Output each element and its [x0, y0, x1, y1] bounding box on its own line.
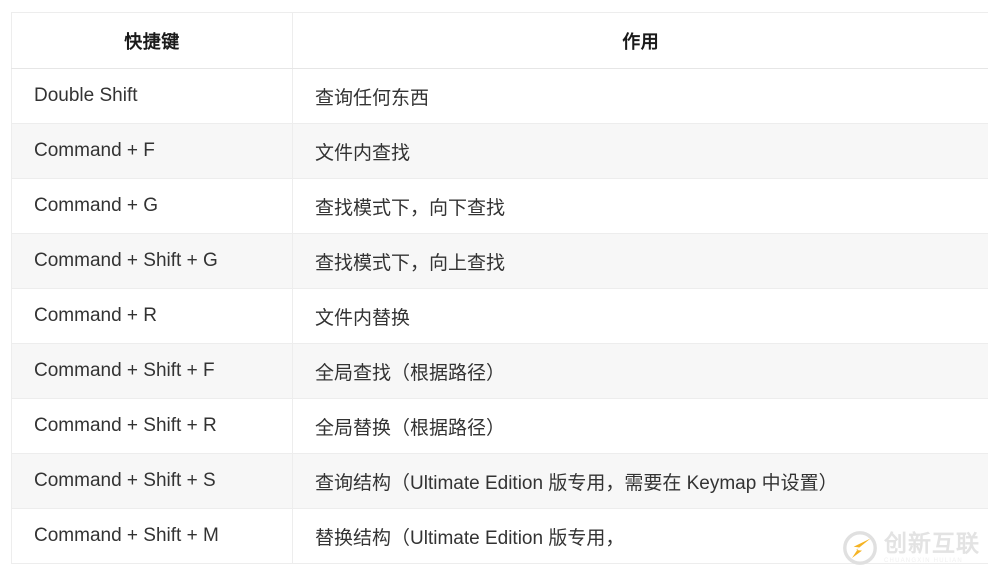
cell-action: 文件内查找 — [292, 123, 988, 179]
cell-shortcut: Command + Shift + G — [11, 233, 293, 289]
cell-action: 查询结构（Ultimate Edition 版专用，需要在 Keymap 中设置… — [292, 453, 988, 509]
column-header-shortcut: 快捷键 — [11, 12, 293, 69]
cell-action: 查找模式下，向下查找 — [292, 178, 988, 234]
table-row: Command + Shift + R 全局替换（根据路径） — [11, 398, 988, 454]
cell-action: 查找模式下，向上查找 — [292, 233, 988, 289]
cell-shortcut: Command + F — [11, 123, 293, 179]
shortcut-table-container: 快捷键 作用 Double Shift 查询任何东西 Command + F 文件内查… — [11, 12, 988, 578]
table-row: Command + F 文件内查找 — [11, 123, 988, 179]
cell-shortcut: Command + Shift + S — [11, 453, 293, 509]
cell-shortcut: Command + Shift + R — [11, 398, 293, 454]
cell-shortcut: Command + Shift + M — [11, 508, 293, 564]
column-header-action: 作用 — [292, 12, 988, 69]
cell-shortcut: Command + R — [11, 288, 293, 344]
table-row: Command + Shift + S 查询结构（Ultimate Edition… — [11, 453, 988, 509]
cell-shortcut: Command + Shift + F — [11, 343, 293, 399]
table-row: Command + G 查找模式下，向下查找 — [11, 178, 988, 234]
cell-action: 全局替换（根据路径） — [292, 398, 988, 454]
table-row: Double Shift 查询任何东西 — [11, 68, 988, 124]
table-row: Command + R 文件内替换 — [11, 288, 988, 344]
cell-action: 替换结构（Ultimate Edition 版专用， — [292, 508, 988, 564]
cell-action: 查询任何东西 — [292, 68, 988, 124]
table-header: 快捷键 作用 — [11, 12, 988, 69]
table-row: Command + Shift + G 查找模式下，向上查找 — [11, 233, 988, 289]
cell-shortcut: Command + G — [11, 178, 293, 234]
cell-action: 文件内替换 — [292, 288, 988, 344]
table-header-row: 快捷键 作用 — [11, 12, 988, 69]
cell-action: 全局查找（根据路径） — [292, 343, 988, 399]
table-row: Command + Shift + M 替换结构（Ultimate Edition… — [11, 508, 988, 564]
table-row: Command + Shift + F 全局查找（根据路径） — [11, 343, 988, 399]
table-body: Double Shift 查询任何东西 Command + F 文件内查找 Comman… — [11, 68, 988, 564]
shortcut-table: 快捷键 作用 Double Shift 查询任何东西 Command + F 文件内查… — [11, 12, 988, 564]
cell-shortcut: Double Shift — [11, 68, 293, 124]
